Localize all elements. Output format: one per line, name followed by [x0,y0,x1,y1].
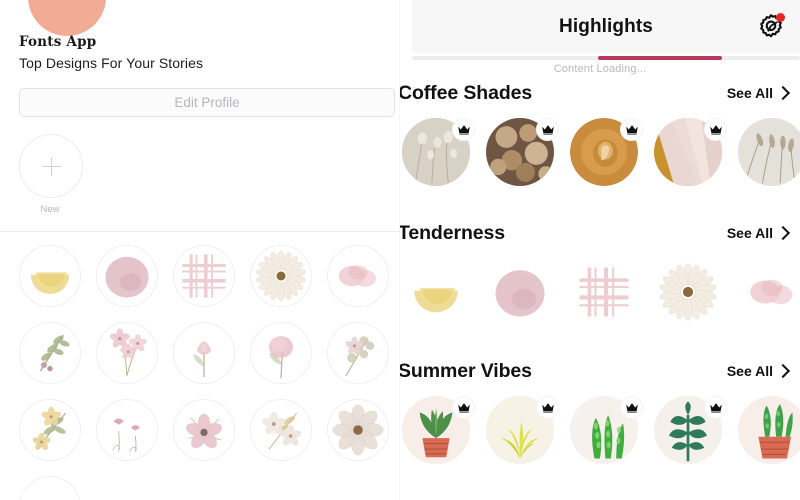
highlights-title: Highlights [559,15,653,37]
sticker-row [0,476,420,500]
tenderness-thumb-2[interactable] [486,258,554,326]
partial-sticker[interactable] [19,476,81,500]
chevron-right-icon [775,363,791,379]
loading-progress-bar [412,56,800,60]
thumbnail-row [400,258,800,334]
plaid-pattern-sticker[interactable] [173,245,235,307]
white-daisy-sticker[interactable] [250,245,312,307]
loading-progress-fill [598,56,723,60]
chevron-right-icon [775,85,791,101]
coffee-thumb-1[interactable] [402,118,470,186]
plus-icon [41,156,61,176]
yellow-flower-sticker[interactable] [19,399,81,461]
app-screenshot: Fonts App Top Designs For Your Stories E… [0,0,800,500]
pink-anemone-sticker[interactable] [173,399,235,461]
new-story-label: New [40,204,60,215]
divider [0,231,420,232]
thumbnail-row [400,396,800,472]
section-header: Tenderness See All [400,222,800,252]
beige-dahlia-sticker[interactable] [327,399,389,461]
sticker-row [0,322,420,394]
olive-branch-sticker[interactable] [19,322,81,384]
pink-cloud-sticker[interactable] [327,245,389,307]
notification-dot-icon [776,13,785,22]
thumbnail-row [400,118,800,194]
sticker-row [0,399,420,471]
avatar[interactable] [28,0,106,36]
summer-thumb-3[interactable] [570,396,638,464]
see-all-button[interactable]: See All [726,363,791,379]
chevron-right-icon [775,225,791,241]
page-title: Fonts App [19,34,97,50]
settings-button[interactable] [756,12,786,42]
coffee-thumb-4[interactable] [654,118,722,186]
tenderness-thumb-1[interactable] [402,258,470,326]
cream-bloom-sticker[interactable] [250,399,312,461]
protea-sticker[interactable] [96,399,158,461]
peony-sticker[interactable] [250,322,312,384]
lemon-bowl-sticker[interactable] [19,245,81,307]
highlights-panel: Highlights Content Loading... Coffee Sha… [400,0,800,500]
section-title: Tenderness [400,222,506,244]
see-all-label: See All [726,85,773,101]
sticker-row [0,245,420,317]
highlight-section: Coffee Shades See All [400,82,800,194]
summer-thumb-5[interactable] [738,396,800,464]
summer-thumb-4[interactable] [654,396,722,464]
profile-panel: Fonts App Top Designs For Your Stories E… [0,0,420,500]
summer-thumb-1[interactable] [402,396,470,464]
section-title: Coffee Shades [400,82,533,104]
highlight-section: Tenderness See All [400,222,800,334]
coffee-thumb-2[interactable] [486,118,554,186]
highlight-section: Summer Vibes See All [400,360,800,472]
edit-profile-label: Edit Profile [174,95,240,110]
see-all-label: See All [726,225,773,241]
section-header: Summer Vibes See All [400,360,800,390]
coffee-thumb-3[interactable] [570,118,638,186]
summer-thumb-2[interactable] [486,396,554,464]
tenderness-thumb-4[interactable] [654,258,722,326]
tenderness-thumb-3[interactable] [570,258,638,326]
pink-tulip-sticker[interactable] [173,322,235,384]
highlights-header: Highlights [412,0,800,53]
profile-subtitle: Top Designs For Your Stories [19,55,204,71]
loading-status-text: Content Loading... [553,63,647,75]
pink-blob-sticker[interactable] [96,245,158,307]
sticker-grid [0,245,420,500]
new-story-button[interactable] [19,134,83,198]
edit-profile-button[interactable]: Edit Profile [19,88,395,117]
see-all-button[interactable]: See All [726,85,791,101]
tenderness-thumb-5[interactable] [738,258,800,326]
section-header: Coffee Shades See All [400,82,800,112]
pink-blossom-sticker[interactable] [96,322,158,384]
see-all-label: See All [726,363,773,379]
coffee-thumb-5[interactable] [738,118,800,186]
section-title: Summer Vibes [400,360,532,382]
eucalyptus-sticker[interactable] [327,322,389,384]
see-all-button[interactable]: See All [726,225,791,241]
